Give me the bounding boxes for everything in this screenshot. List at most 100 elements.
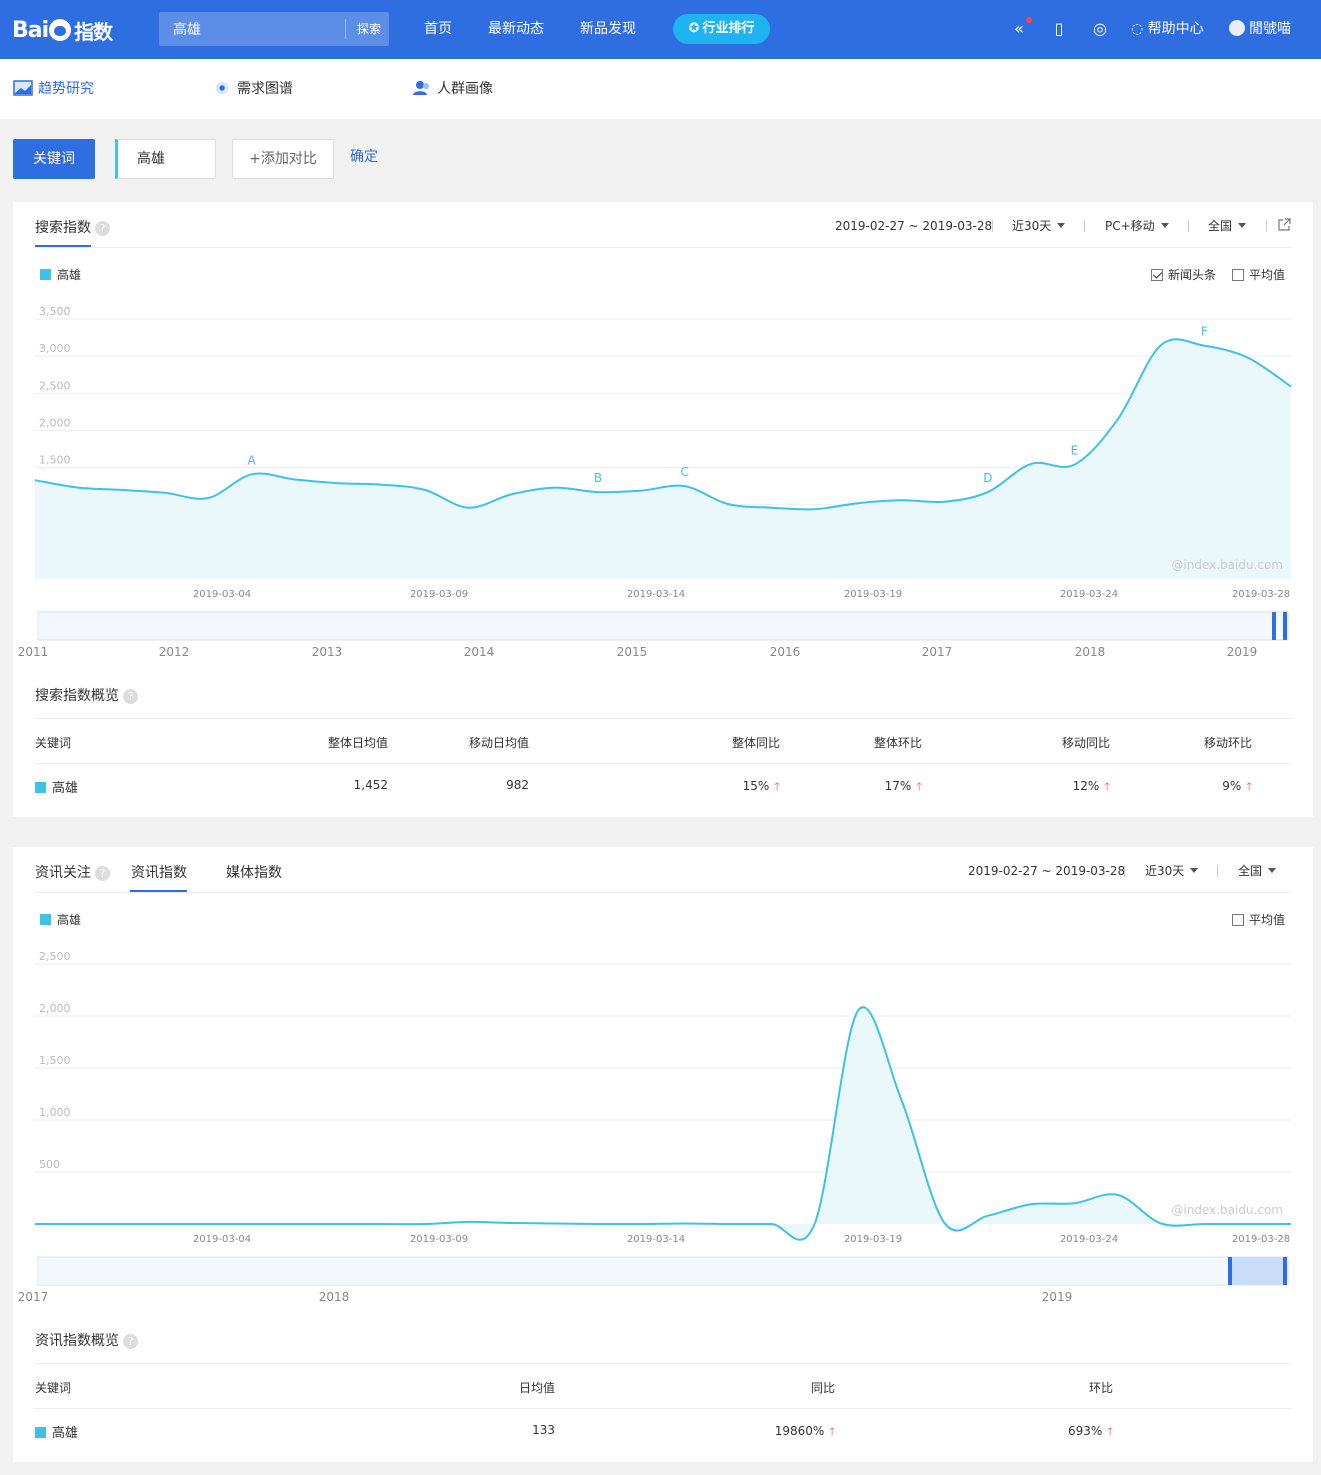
checkbox-unchecked — [1232, 914, 1244, 926]
keyword-mode-button[interactable]: 关键词 — [13, 139, 95, 179]
col-mobile-yoy: 移动同比 — [1061, 736, 1110, 750]
timeline-track — [37, 1256, 1289, 1286]
average-checkbox[interactable]: 平均值 — [1232, 268, 1285, 282]
watermark: @index.baidu.com — [1171, 558, 1283, 572]
timeline-year-label: 2012 — [159, 645, 190, 657]
timeline-year-label: 2017 — [922, 645, 953, 657]
baidu-index-logo[interactable]: Bai 指数 — [12, 12, 113, 48]
news-index-panel: 资讯关注? 资讯指数 媒体指数 2019-02-27 ~ 2019-03-28 … — [13, 847, 1313, 1462]
caret-down-icon — [1268, 868, 1277, 873]
nav-news[interactable]: 最新动态 — [488, 0, 544, 59]
nav-industry-rank[interactable]: ✪ 行业排行 — [673, 14, 770, 44]
help-icon[interactable]: ? — [123, 689, 138, 704]
search-divider — [345, 19, 346, 39]
help-icon[interactable]: ? — [95, 221, 110, 236]
top-bar: Bai指数 探索 首页 最新动态 新品发现 ✪行业排行 « ▯ ◎ ◌ 帮助中心… — [0, 0, 1321, 59]
device-select[interactable]: PC+移动 — [1105, 218, 1169, 234]
news-index-chart[interactable]: 500 1,000 1,500 2,000 2,500 2019-03-04 2019-03… — [13, 942, 1313, 1302]
mobile-icon[interactable]: ▯ — [1050, 20, 1068, 38]
help-icon[interactable]: ? — [123, 1334, 138, 1349]
export-icon[interactable] — [1277, 218, 1291, 232]
watermark: @index.baidu.com — [1171, 1203, 1283, 1217]
wechat-icon[interactable]: ◎ — [1091, 20, 1109, 38]
search-button[interactable]: 探索 — [349, 12, 389, 46]
row-keyword: 高雄 — [35, 777, 78, 796]
col-overall-yoy: 整体同比 — [731, 736, 780, 750]
timeline-handle — [1272, 612, 1276, 640]
search-index-panel: 搜索指数? 2019-02-27 ~ 2019-03-28 近30天 PC+移动… — [13, 202, 1313, 817]
rank-icon: ✪ — [688, 21, 700, 36]
y-tick-label: 3,000 — [39, 342, 71, 355]
legend-item[interactable]: 高雄 — [40, 913, 81, 927]
timeline-year-label: 2019 — [1227, 645, 1258, 657]
nav-home[interactable]: 首页 — [424, 0, 452, 59]
col-mobile-avg: 移动日均值 — [468, 736, 529, 750]
row-overall-yoy: 15% 🡑 — [742, 779, 780, 793]
notification-icon[interactable]: « — [1010, 20, 1028, 38]
checkbox-checked — [1151, 269, 1163, 281]
add-comparison-button[interactable]: +添加对比 — [232, 139, 334, 179]
help-center-link[interactable]: ◌ 帮助中心 — [1131, 0, 1204, 59]
row-avg: 133 — [532, 1423, 555, 1437]
series-area — [35, 1007, 1291, 1240]
trend-chart-icon — [13, 80, 33, 96]
tab-trend-research[interactable]: 趋势研究 — [13, 59, 94, 119]
tab-demand-graph[interactable]: 需求图谱 — [214, 59, 293, 119]
x-tick-label: 2019-03-19 — [844, 589, 902, 600]
caret-down-icon — [1160, 223, 1169, 228]
legend-swatch — [35, 782, 46, 793]
average-checkbox[interactable]: 平均值 — [1232, 913, 1285, 927]
x-tick-label: 2019-03-28 — [1232, 589, 1290, 600]
help-icon[interactable]: ? — [95, 866, 110, 881]
notification-dot — [1026, 17, 1032, 23]
legend-item[interactable]: 高雄 — [40, 268, 81, 282]
tab-media-index[interactable]: 媒体指数 — [226, 862, 282, 882]
col-mom: 环比 — [1088, 1381, 1113, 1395]
region-select[interactable]: 全国 — [1208, 218, 1247, 234]
divider — [1188, 220, 1189, 232]
user-group-icon — [413, 81, 429, 95]
avatar — [1229, 20, 1245, 36]
divider — [35, 718, 1291, 719]
up-arrow-icon: 🡑 — [774, 780, 780, 793]
keyword-chip[interactable]: 高雄 — [115, 139, 216, 179]
search-input[interactable] — [159, 12, 345, 46]
x-tick-label: 2019-03-04 — [193, 1234, 251, 1245]
timeline-year-label: 2019 — [1042, 1290, 1073, 1302]
search-overview-title: 搜索指数概览? — [35, 685, 138, 705]
up-arrow-icon: 🡑 — [1104, 780, 1110, 793]
period-select[interactable]: 近30天 — [1012, 218, 1066, 234]
divider — [35, 1408, 1291, 1409]
x-tick-label: 2019-03-24 — [1060, 1234, 1118, 1245]
col-avg: 日均值 — [518, 1381, 555, 1395]
headline-checkbox[interactable]: 新闻头条 — [1151, 268, 1216, 282]
annotation-label: D — [983, 471, 992, 485]
divider — [1266, 220, 1267, 232]
row-keyword: 高雄 — [35, 1422, 78, 1441]
col-yoy: 同比 — [810, 1381, 835, 1395]
divider — [35, 247, 1291, 248]
region-select[interactable]: 全国 — [1238, 863, 1277, 879]
search-index-title: 搜索指数? — [35, 217, 110, 237]
tab-news-index[interactable]: 资讯指数 — [131, 862, 187, 882]
date-range[interactable]: 2019-02-27 ~ 2019-03-28 — [968, 863, 1125, 879]
x-tick-label: 2019-03-14 — [627, 1234, 685, 1245]
nav-new-products[interactable]: 新品发现 — [580, 0, 636, 59]
user-menu[interactable]: 閒號喵 — [1229, 0, 1291, 59]
tab-crowd-portrait[interactable]: 人群画像 — [412, 59, 493, 119]
y-tick-label: 1,500 — [39, 454, 71, 467]
confirm-button[interactable]: 确定 — [350, 139, 378, 179]
annotation-label: E — [1071, 444, 1079, 458]
x-tick-label: 2019-03-09 — [410, 589, 468, 600]
divider — [35, 1363, 1291, 1364]
search-box: 探索 — [159, 12, 389, 46]
search-index-chart[interactable]: 5001,0001,5002,0002,5003,0003,5002019-03… — [13, 297, 1313, 657]
x-tick-label: 2019-03-24 — [1060, 589, 1118, 600]
row-mobile-avg: 982 — [506, 778, 529, 792]
chat-icon: ◌ — [1131, 21, 1148, 37]
up-arrow-icon: 🡑 — [829, 1425, 835, 1438]
period-select[interactable]: 近30天 — [1145, 863, 1199, 879]
timeline-year-label: 2015 — [617, 645, 648, 657]
up-arrow-icon: 🡑 — [1246, 780, 1252, 793]
date-range[interactable]: 2019-02-27 ~ 2019-03-28 — [835, 218, 992, 234]
